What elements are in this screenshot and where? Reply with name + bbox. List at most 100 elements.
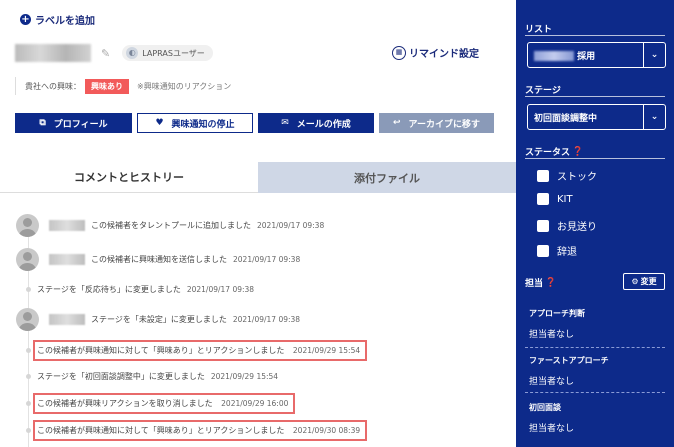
highlighted-entry: この候補者が興味通知に対して「興味あり」とリアクションしました 2021/09/…	[32, 340, 368, 361]
status-section-label: ステータス ❓	[525, 145, 665, 159]
timeline-entry: この候補者をタレントプールに追加しました 2021/09/17 09:38	[16, 214, 324, 237]
list-section-label: リスト	[525, 22, 665, 36]
checkbox[interactable]	[537, 244, 549, 257]
entry-text: この候補者が興味通知に対して「興味あり」とリアクションしました	[37, 346, 285, 355]
archive-button[interactable]: ↩ アーカイブに移す	[379, 113, 494, 133]
checkbox[interactable]	[537, 169, 549, 182]
entry-text: この候補者をタレントプールに追加しました	[91, 221, 251, 230]
assignee-title: アプローチ判断	[529, 309, 585, 318]
divider	[525, 158, 665, 159]
plus-icon: +	[20, 14, 31, 25]
assignee-approach-decision: アプローチ判断 担当者なし	[525, 308, 665, 348]
remind-settings-button[interactable]: ▦ リマインド設定	[392, 45, 479, 60]
action-buttons: ⧉ プロフィール ♥ 興味通知の停止 ✉ メールの作成 ↩ アーカイブに移す	[15, 113, 494, 133]
owner-section-label: 担当 ❓	[525, 276, 557, 290]
gear-icon: ⚙	[631, 277, 639, 286]
archive-label: アーカイブに移す	[408, 119, 480, 130]
add-label-link[interactable]: + ラベルを追加	[20, 12, 95, 27]
timeline-entry: ステージを「反応待ち」に変更しました 2021/09/17 09:38	[16, 284, 254, 295]
stage-select[interactable]: 初回面談調整中 ⌄	[527, 104, 666, 130]
owner-label: 担当	[525, 279, 544, 289]
avatar	[16, 214, 39, 237]
profile-button-label: プロフィール	[53, 119, 108, 130]
timeline-entry: ステージを「初回面談調整中」に変更しました 2021/09/29 15:54	[16, 371, 278, 382]
interest-label: 貴社への興味：	[25, 81, 81, 91]
timeline-entry: ステージを「未設定」に変更しました 2021/09/17 09:38	[16, 308, 300, 331]
stage-section-label: ステージ	[525, 83, 665, 97]
remind-label: リマインド設定	[409, 49, 479, 60]
checkbox-label: 辞退	[557, 247, 577, 258]
entry-text: この候補者に興味通知を送信しました	[91, 255, 227, 264]
entry-time: 2021/09/29 15:54	[210, 372, 279, 381]
chevron-down-icon: ⌄	[643, 105, 665, 129]
help-icon: ❓	[545, 277, 557, 288]
pencil-icon[interactable]: ✎	[101, 47, 110, 60]
assignee-first-approach: ファーストアプローチ 担当者なし	[525, 355, 665, 393]
status-checkbox-stock[interactable]: ストック	[537, 168, 597, 183]
assignee-value[interactable]: 担当者なし	[529, 327, 665, 340]
profile-button[interactable]: ⧉ プロフィール	[15, 113, 132, 133]
checkbox-label: ストック	[557, 172, 597, 183]
highlighted-entry: この候補者が興味通知に対して「興味あり」とリアクションしました 2021/09/…	[32, 420, 368, 441]
user-name-blurred	[49, 220, 85, 231]
entry-text: この候補者が興味通知に対して「興味あり」とリアクションしました	[37, 426, 285, 435]
tab-comments-history[interactable]: コメントとヒストリー	[0, 162, 258, 193]
change-button-label: 変更	[640, 277, 657, 286]
help-icon: ❓	[572, 146, 584, 157]
assignee-first-interview: 初回面談 担当者なし	[529, 402, 665, 434]
heart-icon: ♥	[155, 118, 164, 128]
entry-text: ステージを「反応待ち」に変更しました	[37, 285, 181, 294]
divider	[525, 347, 665, 348]
lapras-badge-text: LAPRASユーザー	[142, 48, 205, 58]
detail-tabs: コメントとヒストリー 添付ファイル	[0, 162, 516, 193]
entry-time: 2021/09/17 09:38	[232, 315, 301, 324]
timeline-entry: この候補者に興味通知を送信しました 2021/09/17 09:38	[16, 248, 300, 271]
list-select-value: 採用	[528, 49, 643, 62]
stage-label: ステージ	[525, 86, 561, 96]
avatar	[16, 248, 39, 271]
stop-notification-button[interactable]: ♥ 興味通知の停止	[137, 113, 253, 133]
entry-text: この候補者が興味リアクションを取り消しました	[37, 399, 213, 408]
highlighted-entry: この候補者が興味リアクションを取り消しました 2021/09/29 16:00	[32, 393, 296, 414]
entry-time: 2021/09/29 15:54	[292, 346, 361, 355]
timeline-dot	[26, 428, 31, 433]
status-checkbox-withdrawn[interactable]: 辞退	[537, 243, 577, 258]
external-link-icon: ⧉	[39, 118, 46, 128]
entry-text: ステージを「初回面談調整中」に変更しました	[37, 372, 205, 381]
stage-select-value: 初回面談調整中	[534, 113, 598, 124]
list-value-suffix: 採用	[577, 51, 596, 62]
timeline-dot	[26, 401, 31, 406]
assignee-title: 初回面談	[529, 403, 561, 412]
checkbox-label: お見送り	[557, 222, 597, 233]
tab-attachments[interactable]: 添付ファイル	[258, 162, 516, 193]
checkbox[interactable]	[537, 219, 549, 232]
timeline-entry-highlighted: この候補者が興味通知に対して「興味あり」とリアクションしました 2021/09/…	[16, 340, 368, 361]
timeline-dot	[26, 348, 31, 353]
change-owner-button[interactable]: ⚙ 変更	[623, 273, 665, 290]
checkbox-label: KIT	[557, 193, 573, 205]
divider	[525, 96, 665, 97]
status-label: ステータス	[525, 148, 571, 158]
list-name-blurred	[534, 51, 574, 61]
entry-time: 2021/09/17 09:38	[257, 221, 325, 230]
user-name-blurred	[49, 314, 85, 325]
chevron-down-icon: ⌄	[643, 43, 665, 67]
assignee-value[interactable]: 担当者なし	[529, 421, 665, 434]
divider	[525, 392, 665, 393]
checkbox[interactable]	[537, 193, 549, 205]
timeline-entry-highlighted: この候補者が興味通知に対して「興味あり」とリアクションしました 2021/09/…	[16, 420, 368, 441]
timeline-dot	[26, 287, 31, 292]
timeline-dot	[26, 374, 31, 379]
entry-time: 2021/09/17 09:38	[186, 285, 255, 294]
list-select[interactable]: 採用 ⌄	[527, 42, 666, 68]
assignee-value[interactable]: 担当者なし	[529, 374, 665, 387]
compose-mail-button[interactable]: ✉ メールの作成	[258, 113, 374, 133]
undo-arrow-icon: ↩	[392, 118, 401, 128]
lapras-user-badge: ◐ LAPRASユーザー	[122, 45, 213, 61]
interest-row: 貴社への興味： 興味あり ※興味通知のリアクション	[15, 77, 231, 95]
status-checkbox-declined[interactable]: お見送り	[537, 218, 597, 233]
mail-icon: ✉	[281, 118, 289, 128]
candidate-sidebar: リスト 採用 ⌄ ステージ 初回面談調整中 ⌄ ステータス ❓ ストック KIT…	[516, 0, 674, 447]
candidate-name-row: ✎ ◐ LAPRASユーザー	[15, 44, 213, 62]
status-checkbox-kit[interactable]: KIT	[537, 193, 573, 205]
